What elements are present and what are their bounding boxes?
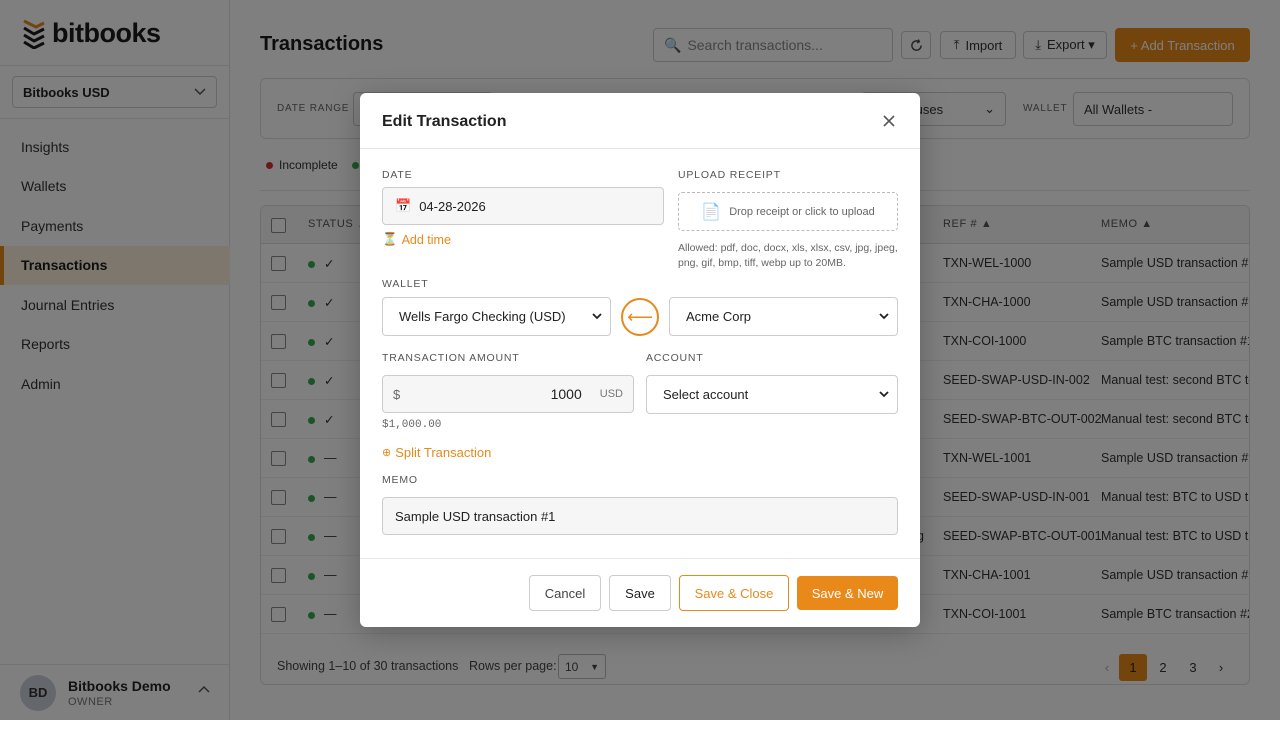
cancel-button[interactable]: Cancel bbox=[529, 575, 601, 611]
upload-receipt-label: UPLOAD RECEIPT bbox=[678, 169, 781, 181]
amount-prefix: $ bbox=[393, 386, 401, 402]
edit-transaction-modal: Edit Transaction DATE 📅 04-28-2026 ⏳ Add… bbox=[360, 93, 920, 627]
account-select-value: Select account bbox=[663, 387, 749, 402]
close-icon[interactable] bbox=[880, 112, 898, 130]
memo-value: Sample USD transaction #1 bbox=[395, 508, 556, 524]
amount-input[interactable]: $ 1000 USD bbox=[382, 375, 634, 413]
wallet-select[interactable]: Wells Fargo Checking (USD) bbox=[382, 297, 611, 336]
upload-prompt: Drop receipt or click to upload bbox=[729, 205, 875, 218]
document-icon: 📄 bbox=[701, 203, 722, 221]
amount-currency: USD bbox=[599, 388, 623, 400]
modal-header: Edit Transaction bbox=[360, 93, 920, 149]
split-transaction-label: Split Transaction bbox=[395, 445, 492, 460]
save-and-close-button[interactable]: Save & Close bbox=[679, 575, 789, 611]
wallet-select-value: Wells Fargo Checking (USD) bbox=[399, 309, 566, 324]
transaction-amount-label: TRANSACTION AMOUNT bbox=[382, 352, 520, 364]
amount-formatted: $1,000.00 bbox=[382, 419, 442, 431]
modal-footer: Cancel Save Save & Close Save & New bbox=[360, 558, 920, 627]
calendar-icon: 📅 bbox=[395, 198, 412, 213]
add-time-label: Add time bbox=[401, 232, 451, 247]
chevron-down-icon bbox=[879, 391, 889, 398]
amount-value: 1000 bbox=[550, 386, 582, 402]
save-and-new-button[interactable]: Save & New bbox=[797, 576, 898, 610]
plus-circle-icon: ⊕ bbox=[382, 447, 392, 459]
upload-allowed-types: Allowed: pdf, doc, docx, xls, xlsx, csv,… bbox=[678, 242, 898, 269]
bottom-strip bbox=[230, 720, 1280, 733]
add-time-link[interactable]: ⏳ Add time bbox=[382, 232, 451, 247]
swap-direction-button[interactable]: ⟵ bbox=[621, 298, 659, 336]
account-select[interactable]: Select account bbox=[646, 375, 898, 414]
counterparty-select[interactable]: Acme Corp bbox=[669, 297, 898, 336]
date-input[interactable]: 📅 04-28-2026 bbox=[382, 187, 664, 225]
date-value: 04-28-2026 bbox=[419, 198, 486, 214]
date-label: DATE bbox=[382, 169, 413, 181]
memo-input[interactable]: Sample USD transaction #1 bbox=[382, 497, 898, 535]
memo-label: MEMO bbox=[382, 474, 418, 486]
chevron-down-icon bbox=[592, 313, 602, 320]
counterparty-select-value: Acme Corp bbox=[686, 309, 752, 324]
hourglass-icon: ⏳ bbox=[382, 232, 398, 246]
modal-title: Edit Transaction bbox=[382, 113, 507, 130]
upload-receipt-dropzone[interactable]: 📄 Drop receipt or click to upload bbox=[678, 192, 898, 231]
wallet-label: WALLET bbox=[382, 278, 429, 290]
save-button[interactable]: Save bbox=[609, 575, 671, 611]
chevron-down-icon bbox=[879, 313, 889, 320]
account-label: ACCOUNT bbox=[646, 352, 704, 364]
arrow-left-icon: ⟵ bbox=[627, 306, 653, 327]
split-transaction-link[interactable]: ⊕ Split Transaction bbox=[382, 445, 491, 460]
